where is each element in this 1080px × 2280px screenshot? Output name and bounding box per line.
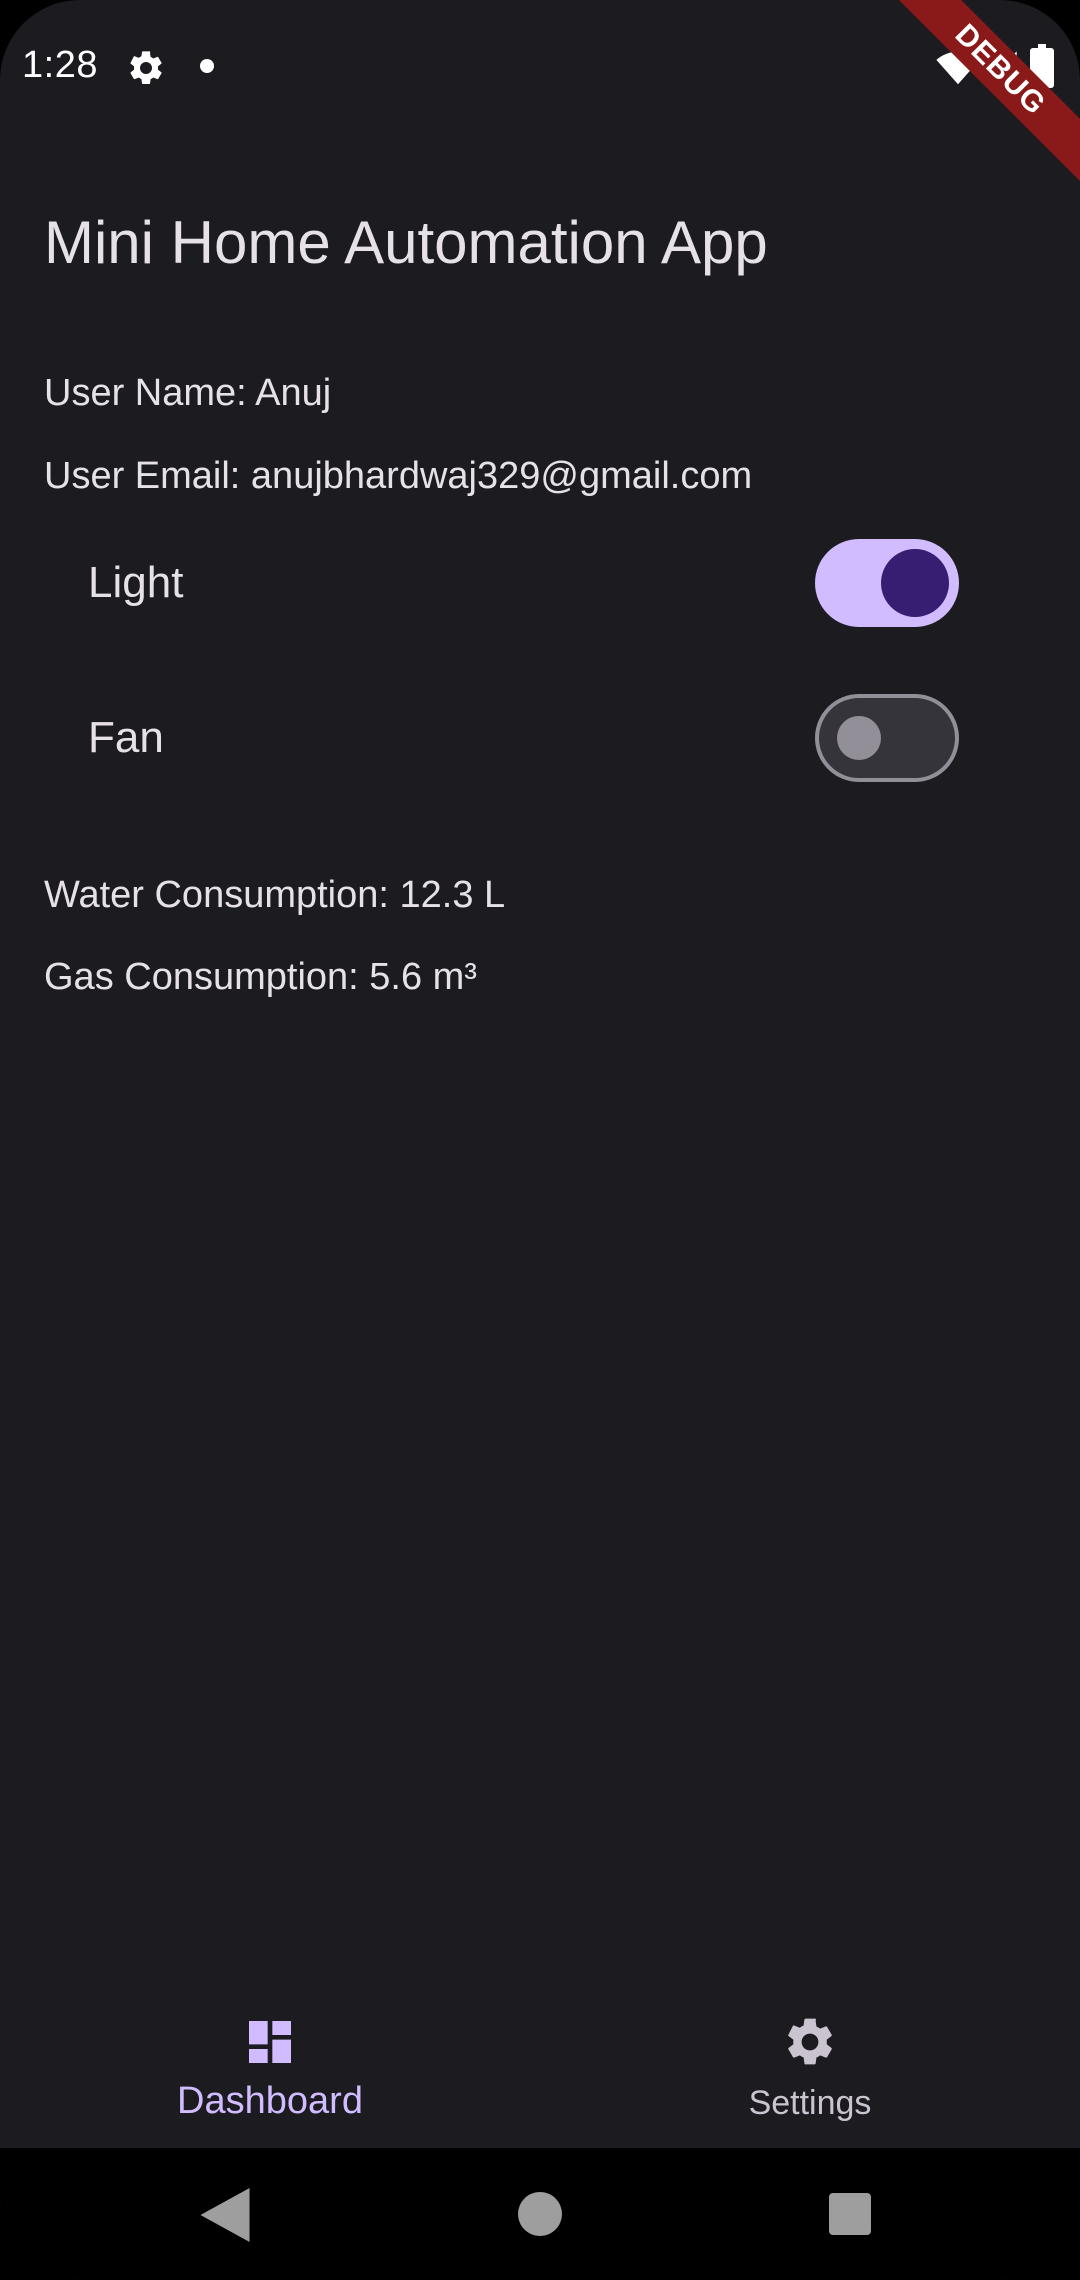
switch-thumb xyxy=(881,549,949,617)
user-name-text: User Name: Anuj xyxy=(44,372,332,414)
gas-consumption-text: Gas Consumption: 5.6 m³ xyxy=(44,956,477,998)
nav-item-dashboard[interactable]: Dashboard xyxy=(0,1960,540,2148)
nav-item-settings[interactable]: Settings xyxy=(540,1960,1080,2148)
toggle-label-light: Light xyxy=(88,558,184,607)
home-icon[interactable] xyxy=(518,2192,562,2236)
user-email-text: User Email: anujbhardwaj329@gmail.com xyxy=(44,455,753,497)
page-title: Mini Home Automation App xyxy=(44,209,768,276)
fan-switch[interactable] xyxy=(815,694,959,782)
status-bar: 1:28 xyxy=(0,0,1080,135)
bottom-nav: Dashboard Settings xyxy=(0,1960,1080,2148)
toggle-label-fan: Fan xyxy=(88,713,164,762)
nav-label-settings: Settings xyxy=(748,2084,872,2122)
recent-apps-icon[interactable] xyxy=(829,2193,871,2235)
nav-label-dashboard: Dashboard xyxy=(177,2080,363,2122)
status-time: 1:28 xyxy=(22,44,98,86)
notification-dot-icon xyxy=(200,59,214,73)
settings-icon xyxy=(788,2018,832,2065)
light-switch[interactable] xyxy=(815,539,959,627)
switch-thumb xyxy=(837,716,881,760)
gear-icon xyxy=(130,51,162,84)
back-icon[interactable] xyxy=(200,2188,250,2242)
water-consumption-text: Water Consumption: 12.3 L xyxy=(44,874,506,916)
system-nav-bar xyxy=(0,2148,1080,2280)
dashboard-icon xyxy=(249,2021,291,2063)
phone-screen: 1:28 DEBUG Mini Home Automation App User… xyxy=(0,0,1080,2280)
toggle-row-light[interactable]: Light xyxy=(0,518,1080,648)
toggle-row-fan[interactable]: Fan xyxy=(0,673,1080,803)
